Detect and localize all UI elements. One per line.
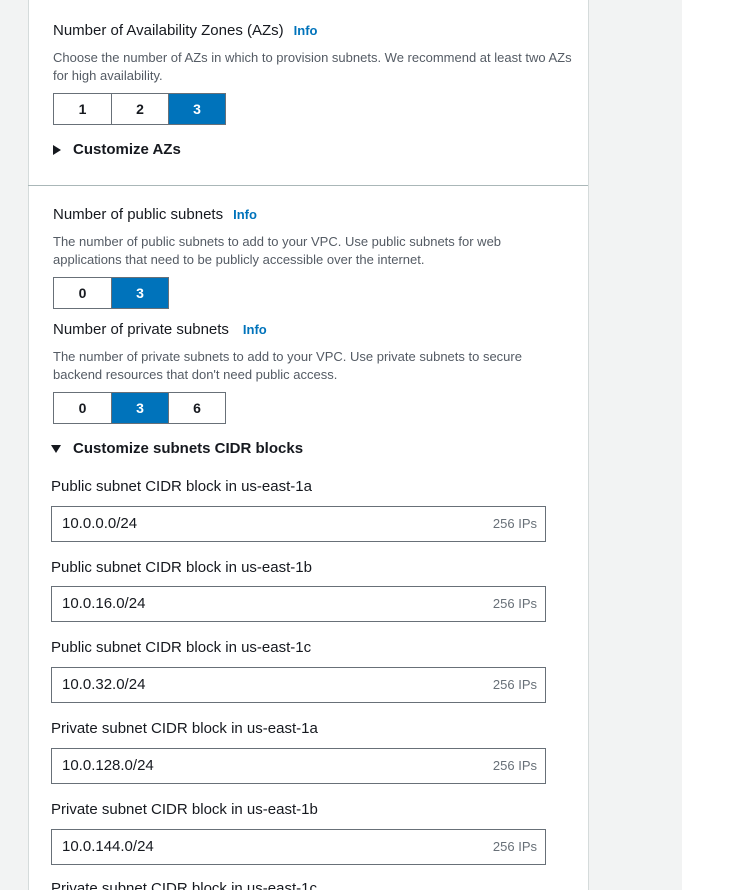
private-subnets-option-3[interactable]: 3 [111,393,168,423]
public-subnets-option-3[interactable]: 3 [111,278,168,308]
private-subnets-option-6[interactable]: 6 [168,393,225,423]
private-subnets-segmented-control: 0 3 6 [53,392,226,424]
cidr-input-value: 10.0.32.0/24 [62,676,146,693]
cidr-input[interactable]: 10.0.16.0/24 256 IPs [51,586,546,622]
cidr-input-value: 10.0.16.0/24 [62,595,146,612]
public-subnets-segmented-control: 0 3 [53,277,169,309]
right-gutter [588,0,682,890]
cidr-field-label: Public subnet CIDR block in us-east-1b [51,559,312,576]
azs-heading: Number of Availability Zones (AZs) [53,22,284,39]
private-subnets-heading-row: Number of private subnets Info [53,321,267,338]
section-divider [28,185,588,186]
cidr-field-label: Public subnet CIDR block in us-east-1a [51,478,312,495]
azs-option-2[interactable]: 2 [111,94,168,124]
cidr-field-label: Public subnet CIDR block in us-east-1c [51,639,312,656]
ip-count: 256 IPs [492,596,537,611]
customize-azs-expander[interactable]: Customize AZs [53,141,181,158]
public-subnets-info-link[interactable]: Info [233,207,257,222]
cidr-input-value: 10.0.144.0/24 [62,838,154,855]
cidr-field-label: Private subnet CIDR block in us-east-1b [51,801,318,818]
caret-down-icon [51,444,61,453]
public-subnets-option-0[interactable]: 0 [54,278,111,308]
private-subnets-option-0[interactable]: 0 [54,393,111,423]
public-subnets-description: The number of public subnets to add to y… [53,234,502,267]
ip-count: 256 IPs [492,839,537,854]
customize-azs-label: Customize AZs [73,141,181,158]
cidr-field-label-partial: Private subnet CIDR block in us-east-1c [51,880,317,890]
private-subnets-description: The number of private subnets to add to … [53,349,522,382]
ip-count: 256 IPs [492,516,537,531]
azs-heading-row: Number of Availability Zones (AZs) Info [53,22,317,39]
public-subnets-heading-row: Number of public subnets Info [53,206,257,223]
ip-count: 256 IPs [492,677,537,692]
private-subnets-heading: Number of private subnets [53,321,229,338]
azs-description: Choose the number of AZs in which to pro… [53,50,572,83]
caret-right-icon [53,144,61,155]
customize-cidr-expander[interactable]: Customize subnets CIDR blocks [51,440,303,457]
left-gutter [0,0,28,890]
azs-segmented-control: 1 2 3 [53,93,226,125]
ip-count: 256 IPs [492,758,537,773]
azs-option-3[interactable]: 3 [168,94,225,124]
private-subnets-info-link[interactable]: Info [243,322,267,337]
cidr-input[interactable]: 10.0.0.0/24 256 IPs [51,506,546,542]
azs-info-link[interactable]: Info [294,23,318,38]
cidr-input[interactable]: 10.0.144.0/24 256 IPs [51,829,546,865]
cidr-input[interactable]: 10.0.32.0/24 256 IPs [51,667,546,703]
customize-cidr-label: Customize subnets CIDR blocks [73,440,304,457]
azs-option-1[interactable]: 1 [54,94,111,124]
public-subnets-heading: Number of public subnets [53,206,224,223]
cidr-field-label: Private subnet CIDR block in us-east-1a [51,720,318,737]
cidr-input-value: 10.0.128.0/24 [62,757,154,774]
cidr-input-value: 10.0.0.0/24 [62,515,138,532]
vpc-settings-page: Number of Availability Zones (AZs) Info C… [0,0,756,890]
cidr-input[interactable]: 10.0.128.0/24 256 IPs [51,748,546,784]
